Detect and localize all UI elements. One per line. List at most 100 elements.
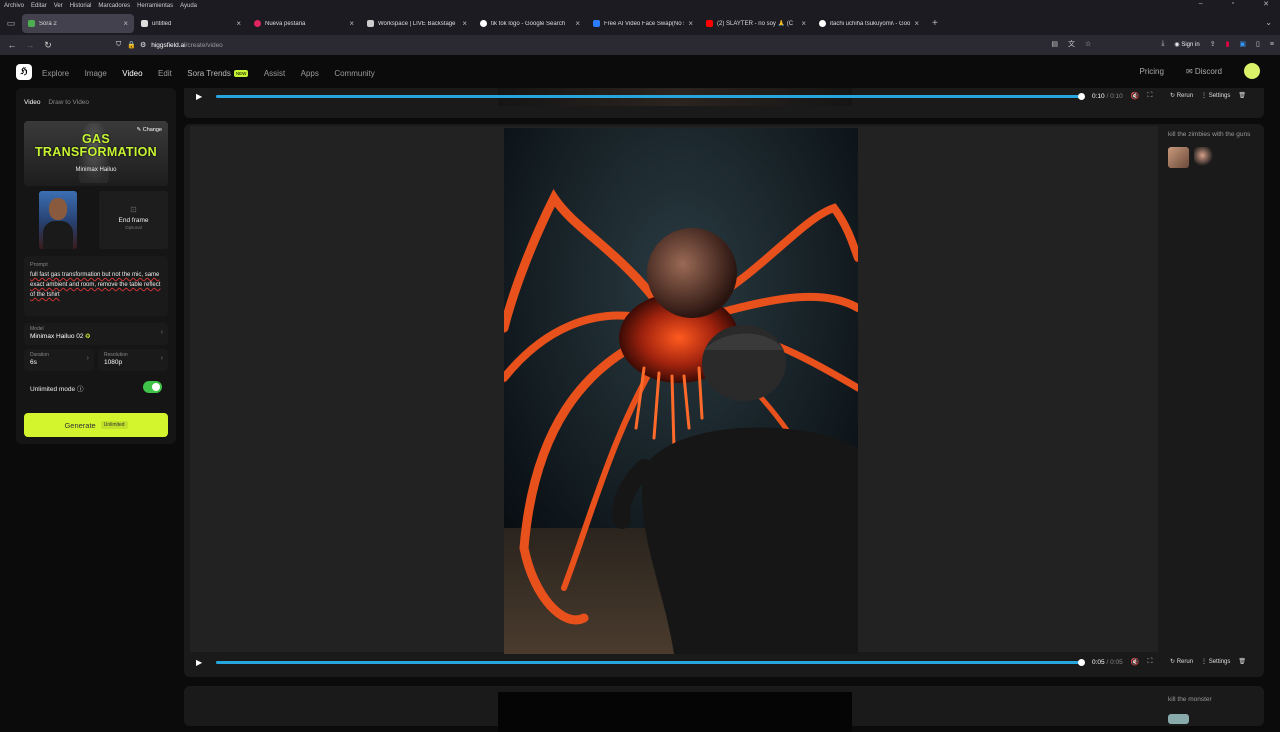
mute-icon[interactable]: 🔇 xyxy=(1131,658,1140,666)
progress-handle[interactable] xyxy=(1078,658,1085,666)
duration-selector[interactable]: Duration 6s › xyxy=(24,349,94,371)
trash-icon[interactable]: 🗑 xyxy=(1238,92,1246,99)
tab-draw-to-video[interactable]: Draw to Video xyxy=(48,99,89,106)
tab-close-icon[interactable]: × xyxy=(349,19,354,28)
tab-favicon-icon xyxy=(480,20,487,27)
tab-close-icon[interactable]: × xyxy=(914,19,919,28)
video-time: 0:05 / 0:05 xyxy=(1092,658,1123,666)
tab-nueva[interactable]: Nueva pestaña × xyxy=(248,14,360,33)
tab-favicon-icon xyxy=(141,20,148,27)
restore-icon[interactable]: ▫ xyxy=(1232,0,1234,8)
previous-progress-bar[interactable] xyxy=(216,92,1085,100)
rerun-button[interactable]: ↻ Rerun xyxy=(1170,658,1193,665)
tab-google[interactable]: tik tok logo - Google Search × xyxy=(474,14,586,33)
share-icon[interactable]: ⇪ xyxy=(1210,40,1216,48)
nav-assist[interactable]: Assist xyxy=(264,69,285,78)
address-bar[interactable]: ⛉ 🔒 ⚙ higgsfield.ai/create/video xyxy=(116,37,1066,53)
play-icon[interactable]: ▶ xyxy=(196,658,210,667)
extension-icon[interactable]: ▮ xyxy=(1226,40,1230,48)
nav-community[interactable]: Community xyxy=(334,69,374,78)
nav-sora-trends[interactable]: Sora Trends NEW xyxy=(187,69,249,78)
app-menu-icon[interactable]: ≡ xyxy=(1270,41,1274,48)
next-reference-thumbnail[interactable] xyxy=(1168,714,1189,724)
tab-close-icon[interactable]: × xyxy=(123,19,128,28)
unlimited-badge: Unlimited xyxy=(100,421,128,429)
nav-image[interactable]: Image xyxy=(85,69,107,78)
info-icon[interactable]: ⓘ xyxy=(77,386,84,393)
end-frame-upload[interactable]: ⊡ End frame Optional xyxy=(99,191,168,249)
tab-video[interactable]: Video xyxy=(24,99,41,106)
nav-edit[interactable]: Edit xyxy=(158,69,172,78)
tab-close-icon[interactable]: × xyxy=(462,19,467,28)
nav-video[interactable]: Video xyxy=(122,69,142,78)
mute-icon[interactable]: 🔇 xyxy=(1131,92,1140,100)
nav-explore[interactable]: Explore xyxy=(42,69,69,78)
trash-icon[interactable]: 🗑 xyxy=(1238,658,1246,665)
tab-title: Nueva pestaña xyxy=(265,20,306,27)
change-preset-button[interactable]: ✎ Change xyxy=(137,127,162,133)
permissions-icon[interactable]: ⚙ xyxy=(140,41,146,49)
fullscreen-icon[interactable]: ⛶ xyxy=(1147,92,1152,100)
resolution-selector[interactable]: Resolution 1080p › xyxy=(98,349,168,371)
menu-ayuda[interactable]: Ayuda xyxy=(180,3,197,9)
start-frame-face xyxy=(49,198,67,220)
extension-2-icon[interactable]: ▣ xyxy=(1239,40,1246,48)
tab-strip: ▭ Sora 2 × untitled × Nueva pestaña × Wo… xyxy=(0,12,1280,35)
settings-button[interactable]: ⋮ Settings xyxy=(1201,92,1230,99)
higgsfield-logo[interactable]: ℌ xyxy=(16,63,32,80)
rerun-button[interactable]: ↻ Rerun xyxy=(1170,92,1193,99)
end-frame-label: End frame xyxy=(118,217,149,224)
prompt-textarea[interactable]: Prompt full fast gas transformation but … xyxy=(24,256,168,316)
menu-ver[interactable]: Ver xyxy=(54,3,63,9)
menu-herramientas[interactable]: Herramientas xyxy=(137,3,173,9)
preset-card[interactable]: GAS TRANSFORMATION Minimax Hailuo ✎ Chan… xyxy=(24,121,168,186)
progress-handle[interactable] xyxy=(1078,92,1085,100)
menu-historial[interactable]: Historial xyxy=(70,3,92,9)
reader-view-icon[interactable]: ▤ xyxy=(1051,40,1058,48)
tab-faceswap[interactable]: Free AI Video Face Swap(No si × xyxy=(587,14,699,33)
reload-icon[interactable]: ↻ xyxy=(39,40,57,51)
tab-overflow-chevron-icon[interactable]: ⌄ xyxy=(1265,18,1272,27)
minimize-icon[interactable]: – xyxy=(1199,0,1203,8)
settings-button[interactable]: ⋮ Settings xyxy=(1201,658,1230,665)
menu-archivo[interactable]: Archivo xyxy=(4,3,24,9)
model-selector[interactable]: Model Minimax Hailuo 02 ❂ › xyxy=(24,323,168,345)
menu-editar[interactable]: Editar xyxy=(31,3,47,9)
avatar[interactable] xyxy=(1244,63,1260,79)
sidebar-icon[interactable]: ▯ xyxy=(1256,40,1260,48)
discord-link[interactable]: ✉ Discord xyxy=(1186,67,1222,76)
back-arrow-icon[interactable]: ← xyxy=(3,40,21,50)
bookmark-star-icon[interactable]: ☆ xyxy=(1085,40,1091,48)
download-icon[interactable]: ⤓ xyxy=(1161,40,1164,48)
sign-in-button[interactable]: ◉ Sign in xyxy=(1174,41,1199,48)
tab-sora[interactable]: Sora 2 × xyxy=(22,14,134,33)
tab-workspace[interactable]: Workspace | LIVE Backstage × xyxy=(361,14,473,33)
shield-icon[interactable]: ⛉ xyxy=(116,41,121,49)
tab-youtube[interactable]: (2) SLAYTER - no soy 🙏 (C × xyxy=(700,14,812,33)
close-window-icon[interactable]: ✕ xyxy=(1263,0,1269,8)
tab-list-icon[interactable]: ▭ xyxy=(0,12,22,35)
reference-thumbnail[interactable] xyxy=(1194,147,1215,168)
pricing-link[interactable]: Pricing xyxy=(1139,67,1163,76)
translate-icon[interactable]: 文 xyxy=(1068,39,1075,49)
tab-close-icon[interactable]: × xyxy=(801,19,806,28)
menu-marcadores[interactable]: Marcadores xyxy=(98,3,130,9)
unlimited-mode-toggle[interactable] xyxy=(143,381,162,393)
tab-close-icon[interactable]: × xyxy=(575,19,580,28)
new-tab-icon[interactable]: + xyxy=(932,18,938,29)
reference-thumbnail[interactable] xyxy=(1168,147,1189,168)
start-frame-image[interactable] xyxy=(39,191,77,249)
tab-close-icon[interactable]: × xyxy=(688,19,693,28)
generate-button[interactable]: Generate Unlimited xyxy=(24,413,168,437)
tab-untitled[interactable]: untitled × xyxy=(135,14,247,33)
play-icon[interactable]: ▶ xyxy=(196,92,210,101)
lock-icon[interactable]: 🔒 xyxy=(127,41,136,49)
next-video-thumbnail[interactable] xyxy=(498,692,852,732)
nav-apps[interactable]: Apps xyxy=(301,69,319,78)
video-player-frame[interactable] xyxy=(504,128,858,654)
video-progress-bar[interactable] xyxy=(216,658,1085,666)
forward-arrow-icon[interactable]: → xyxy=(21,40,39,50)
fullscreen-icon[interactable]: ⛶ xyxy=(1147,658,1152,666)
tab-itachi[interactable]: itachi uchiha tsukuyomi\ - Goo × xyxy=(813,14,925,33)
tab-close-icon[interactable]: × xyxy=(236,19,241,28)
